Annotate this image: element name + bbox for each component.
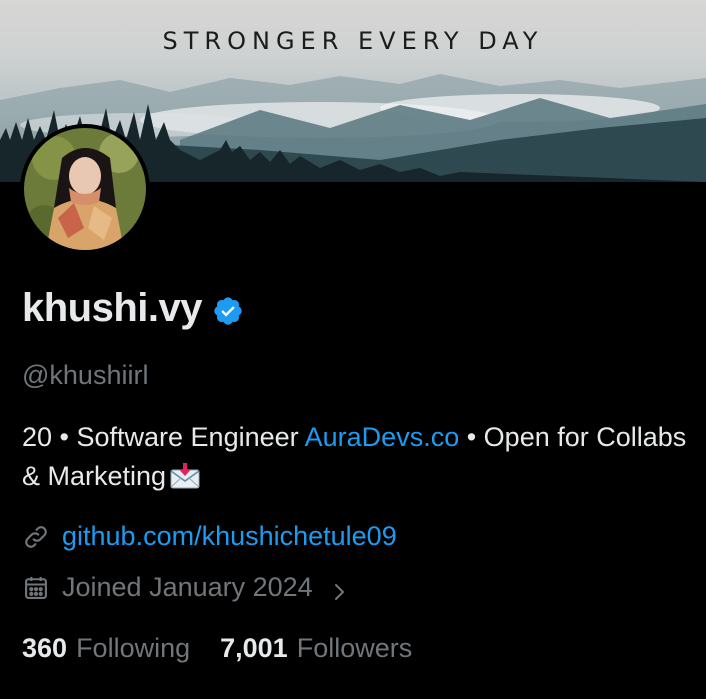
chevron-right-icon[interactable] [329,578,349,600]
following-count: 360 [22,633,68,663]
banner-title: STRONGER EVERY DAY [162,27,544,55]
website-link[interactable]: github.com/khushichetule09 [62,521,397,552]
avatar-photo [24,128,146,250]
user-handle: @khushiirl [22,360,149,390]
followers-stat[interactable]: 7,001 Followers [220,633,412,664]
follow-stats: 360 Following 7,001 Followers [22,633,412,664]
website-row: github.com/khushichetule09 [22,521,397,552]
joined-row[interactable]: Joined January 2024 [22,572,349,603]
bio: 20 • Software Engineer AuraDevs.co • Ope… [22,418,692,496]
bio-prefix: 20 • Software Engineer [22,422,305,452]
envelope-with-arrow-icon [170,461,200,489]
verified-badge-icon[interactable] [212,295,244,327]
link-icon [22,523,50,551]
name-row: khushi.vy [22,286,244,331]
display-name: khushi.vy [22,286,203,330]
avatar[interactable] [20,124,150,254]
profile-header: STRONGER EVERY DAY khushi.vy @khushiirl … [0,0,706,699]
joined-date: Joined January 2024 [62,572,313,602]
following-stat[interactable]: 360 Following [22,633,190,664]
followers-count: 7,001 [220,633,288,663]
calendar-icon [22,574,50,602]
followers-label: Followers [296,633,413,663]
bio-company-link[interactable]: AuraDevs.co [305,422,460,452]
following-label: Following [76,633,191,663]
